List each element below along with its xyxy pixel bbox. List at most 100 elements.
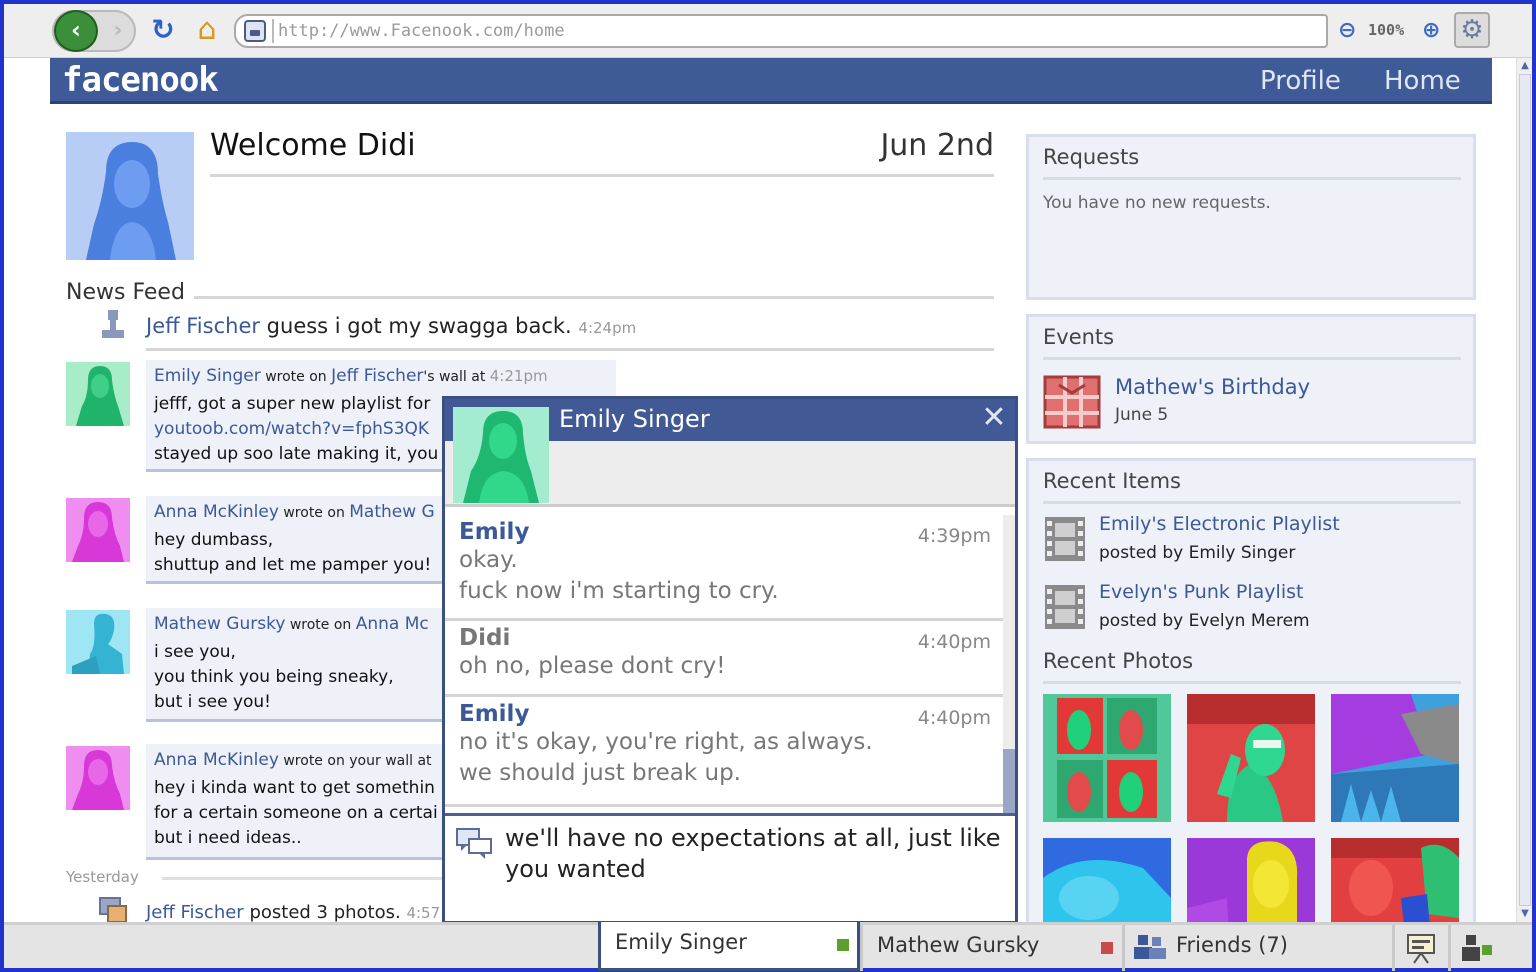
recent-item-sub: posted by Evelyn Merem (1099, 611, 1310, 631)
yesterday-label: Yesterday (66, 868, 139, 886)
chat-draft-line: you wanted (505, 855, 646, 883)
chat-scrollbar[interactable] (1003, 515, 1015, 813)
profile-avatar[interactable] (66, 132, 194, 260)
recent-photos-heading: Recent Photos (1043, 649, 1194, 673)
chat-message: Emily 4:39pm okay. fuck now i'm starting… (445, 515, 1003, 621)
forward-arrow-icon[interactable]: › (104, 16, 132, 46)
divider (1043, 177, 1461, 180)
post-avatar[interactable] (66, 746, 130, 810)
divider (162, 877, 452, 880)
post-avatar[interactable] (66, 498, 130, 562)
message-sender: Didi (459, 625, 511, 651)
site-identity-icon[interactable] (244, 20, 266, 42)
requests-heading: Requests (1043, 145, 1140, 169)
person-icon (102, 310, 124, 338)
post-target-link[interactable]: Jeff Fischer (331, 366, 423, 386)
photos-time: 4:57 (406, 904, 441, 922)
offline-status-icon (1101, 942, 1113, 954)
post-meta: wrote on your wall at (278, 753, 432, 769)
nav-profile-link[interactable]: Profile (1260, 66, 1341, 96)
post-target-link[interactable]: Mathew G (349, 502, 434, 522)
post-author-link[interactable]: Mathew Gursky (154, 614, 285, 634)
post-avatar[interactable] (66, 610, 130, 674)
film-icon (1045, 517, 1085, 561)
scroll-up-icon[interactable]: ▲ (1519, 60, 1531, 72)
chat-scroll-thumb[interactable] (1003, 749, 1015, 813)
photos-post: Jeff Fischer posted 3 photos. 4:57 (146, 902, 440, 923)
post-avatar[interactable] (66, 362, 130, 426)
message-sender: Emily (459, 701, 530, 727)
message-line: fuck now i'm starting to cry. (459, 578, 779, 604)
page-scroll-thumb[interactable] (1519, 74, 1531, 906)
presentation-icon[interactable] (1404, 931, 1438, 965)
divider (1043, 501, 1461, 504)
chat-bubbles-icon (456, 828, 492, 859)
message-line: okay. (459, 547, 518, 573)
site-logo[interactable]: facenook (62, 60, 219, 100)
user-status-icon[interactable] (1458, 931, 1492, 965)
gift-icon[interactable] (1043, 375, 1101, 429)
post-time: 4:21pm (489, 367, 548, 385)
events-box: Events Mathew's Birthday June 5 (1026, 314, 1476, 444)
chat-message-input[interactable]: we'll have no expectations at all, just … (505, 823, 1005, 885)
chat-window: Emily Singer ✕ Emily 4:39pm okay. fuck n… (442, 396, 1018, 924)
post-meta: wrote on (285, 617, 356, 633)
divider (146, 348, 994, 351)
recent-item-sub: posted by Emily Singer (1099, 543, 1296, 563)
divider (1392, 925, 1395, 971)
chat-tab-emily[interactable]: Emily Singer (598, 922, 860, 971)
address-divider (272, 19, 274, 43)
back-arrow-icon[interactable]: ‹ (54, 10, 98, 52)
gear-icon[interactable]: ⚙ (1454, 12, 1490, 48)
welcome-heading: Welcome Didi (210, 128, 416, 163)
home-icon[interactable]: ⌂ (190, 14, 224, 48)
requests-box: Requests You have no new requests. (1026, 134, 1476, 300)
close-icon[interactable]: ✕ (979, 403, 1009, 433)
post-header: Emily Singer wrote on Jeff Fischer's wal… (154, 366, 608, 386)
message-sender: Emily (459, 519, 530, 545)
friends-icon[interactable] (1134, 933, 1166, 961)
photo-thumbnail[interactable] (1331, 694, 1459, 822)
photos-icon (99, 897, 127, 923)
recent-items-heading: Recent Items (1043, 469, 1181, 493)
zoom-out-icon[interactable]: ⊖ (1338, 18, 1356, 43)
friends-online-label[interactable]: Friends (7) (1176, 933, 1288, 957)
news-feed-heading: News Feed (66, 280, 185, 305)
chat-message: Didi 4:40pm oh no, please dont cry! (445, 621, 1003, 697)
zoom-level: 100% (1368, 21, 1405, 39)
chat-avatar[interactable] (453, 407, 549, 503)
chat-tab-label: Emily Singer (615, 930, 747, 954)
chat-tab-mathew[interactable]: Mathew Gursky (860, 925, 1122, 971)
divider (210, 174, 994, 177)
chat-log: Emily 4:39pm okay. fuck now i'm starting… (445, 515, 1015, 811)
chat-bar: Emily Singer Mathew Gursky Friends (7) (4, 922, 1532, 971)
post-meta: 's wall at (423, 369, 490, 385)
photos-author-link[interactable]: Jeff Fischer (146, 902, 244, 923)
address-bar[interactable]: http://www.Facenook.com/home (234, 14, 1328, 48)
chat-draft-line: we'll have no expectations at all, just … (505, 824, 1001, 852)
event-date: June 5 (1115, 405, 1169, 425)
post-author-link[interactable]: Anna McKinley (154, 750, 279, 770)
post-target-link[interactable]: Anna Mc (356, 614, 429, 634)
chat-message: Emily 4:40pm no it's okay, you're right,… (445, 697, 1003, 807)
photo-thumbnail[interactable] (1043, 694, 1171, 822)
divider (1043, 681, 1461, 684)
photo-thumbnail[interactable] (1187, 694, 1315, 822)
post-author-link[interactable]: Anna McKinley (154, 502, 279, 522)
message-time: 4:39pm (917, 525, 991, 547)
post-author-link[interactable]: Emily Singer (154, 366, 261, 386)
message-time: 4:40pm (917, 631, 991, 653)
page-scrollbar[interactable]: ▲ ▼ (1516, 58, 1532, 922)
status-author-link[interactable]: Jeff Fischer (146, 314, 260, 338)
message-line: we should just break up. (459, 760, 741, 786)
message-line: oh no, please dont cry! (459, 653, 726, 679)
scroll-down-icon[interactable]: ▼ (1519, 908, 1531, 920)
url-text[interactable]: http://www.Facenook.com/home (278, 21, 565, 41)
nav-home-link[interactable]: Home (1384, 66, 1461, 96)
event-name-link[interactable]: Mathew's Birthday (1115, 375, 1310, 399)
reload-icon[interactable]: ↻ (146, 14, 180, 48)
current-date: Jun 2nd (880, 128, 994, 163)
zoom-in-icon[interactable]: ⊕ (1422, 18, 1440, 43)
recent-item-link[interactable]: Evelyn's Punk Playlist (1099, 581, 1303, 603)
recent-item-link[interactable]: Emily's Electronic Playlist (1099, 513, 1340, 535)
